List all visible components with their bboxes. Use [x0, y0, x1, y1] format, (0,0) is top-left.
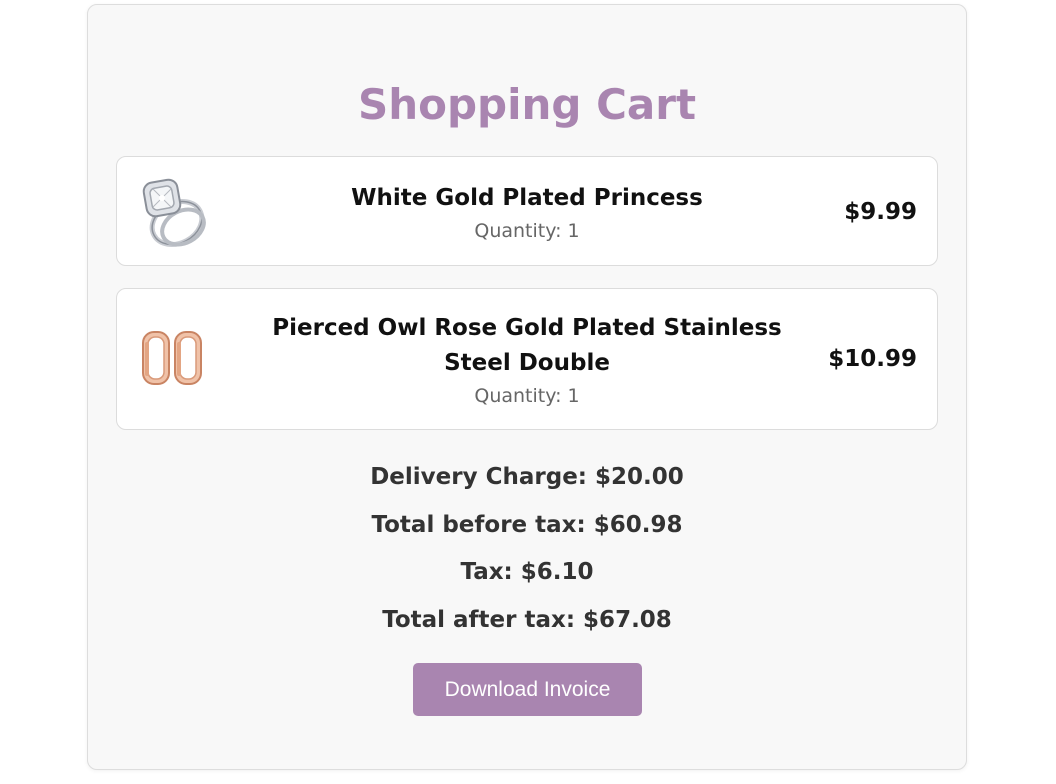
cart-title: Shopping Cart [357, 80, 697, 129]
item-info: White Gold Plated Princess Quantity: 1 [237, 181, 817, 246]
cart-item: White Gold Plated Princess Quantity: 1 $… [116, 156, 938, 266]
diamond-ring-icon [137, 175, 209, 247]
item-info: Pierced Owl Rose Gold Plated Stainless S… [237, 311, 817, 411]
item-quantity: Quantity: 1 [474, 220, 580, 242]
delivery-charge: Delivery Charge: $20.00 [370, 464, 684, 490]
item-name: White Gold Plated Princess [351, 185, 703, 211]
cart-item: Pierced Owl Rose Gold Plated Stainless S… [116, 288, 938, 430]
rose-gold-plugs-icon [137, 322, 209, 394]
total-after-tax: Total after tax: $67.08 [382, 607, 672, 633]
item-price: $9.99 [844, 199, 917, 225]
total-before-tax: Total before tax: $60.98 [371, 512, 683, 538]
item-name: Pierced Owl Rose Gold Plated Stainless S… [272, 315, 782, 376]
download-invoice-button[interactable]: Download Invoice [413, 663, 642, 716]
item-quantity: Quantity: 1 [474, 385, 580, 407]
cart-panel: Shopping Cart White Gold Plated Princess… [87, 4, 967, 770]
tax-amount: Tax: $6.10 [460, 559, 594, 585]
item-price: $10.99 [828, 346, 917, 372]
